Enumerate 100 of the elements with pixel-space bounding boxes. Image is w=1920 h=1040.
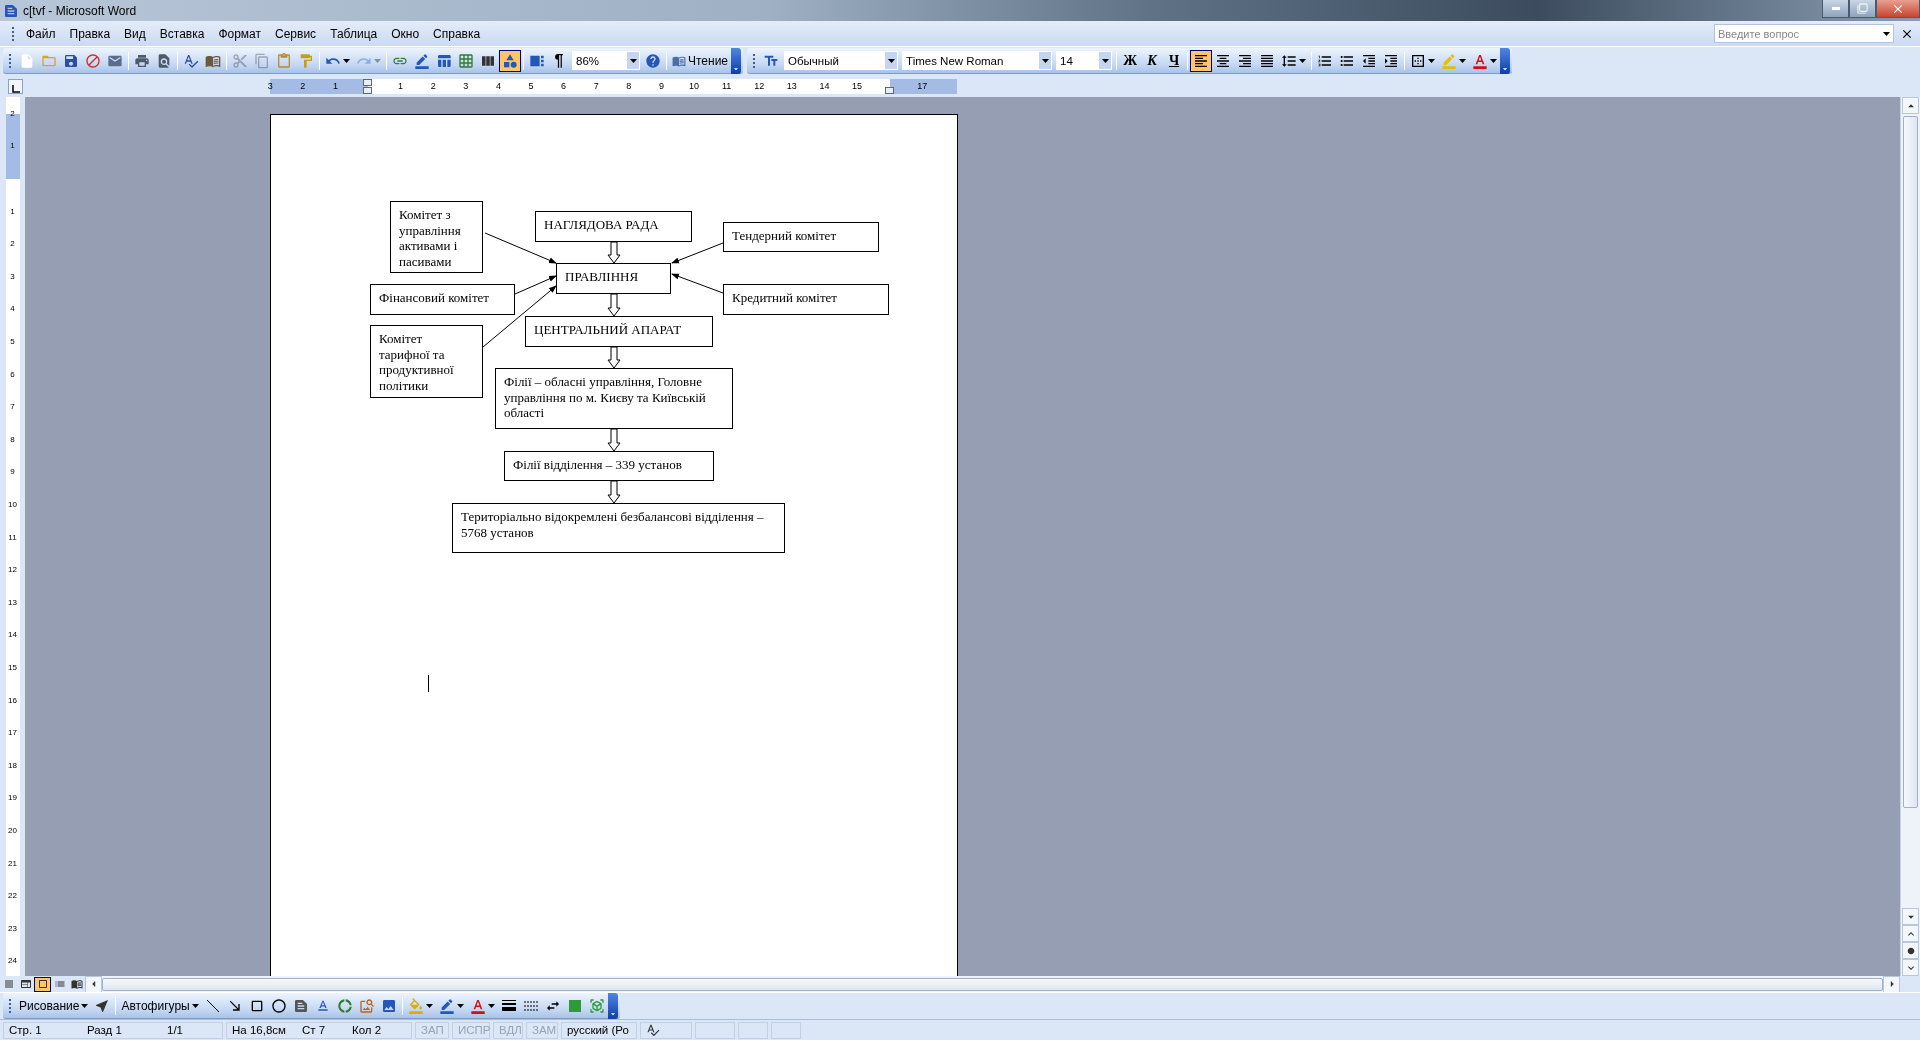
menu-item[interactable]: Справка [426,23,488,44]
zoom-dropdown[interactable]: 86% [572,51,640,70]
ruler-number: 5 [528,79,534,92]
window-title: c[tvf - Microsoft Word [23,3,137,18]
ruler-number: 9 [658,79,664,92]
cut-icon [232,52,248,69]
word-app-icon [3,2,19,19]
ruler-number: 16 [7,695,18,706]
3d-style-icon [588,997,605,1014]
bold-button[interactable]: Ж [1119,49,1142,72]
minimize-icon [1831,7,1840,10]
menu-item[interactable]: Формат [211,23,269,44]
underline-button[interactable]: Ч [1163,49,1186,72]
ruler-number: 8 [9,434,16,445]
paste-icon [276,52,292,69]
align-left-icon [1193,52,1210,69]
ruler-number: 3 [9,271,16,282]
caret-icon [191,1003,199,1008]
align-left-button[interactable] [1190,49,1213,72]
ruler-number: 19 [7,793,18,804]
dash-style-icon [523,1000,538,1011]
reading-mode-button[interactable]: Чтение [669,49,732,72]
status-text: Кол 2 [352,1024,383,1036]
ruler-number: 14 [819,79,830,92]
caret-icon [1459,58,1467,63]
status-text: Стр. 1 [9,1024,43,1036]
insert-table-icon [436,52,452,69]
ruler-number: 23 [7,923,18,934]
status-text: Ст 7 [302,1024,327,1036]
show-marks-button[interactable]: ¶ [548,49,570,72]
caret-icon [425,1003,433,1008]
spelling-status-icon [646,1023,660,1037]
ruler-number: 12 [7,565,18,576]
indent-marker[interactable] [363,78,372,86]
ruler-number: 14 [7,630,18,641]
dropdown-icon [887,58,895,63]
caret-icon [456,1003,464,1008]
menu-item[interactable]: Файл [19,23,63,44]
menu-item[interactable]: Таблица [323,23,385,44]
ruler-number: 1 [332,79,338,92]
ruler-number: 4 [9,304,16,315]
ruler-number: 17 [917,79,928,92]
close-button[interactable] [1876,0,1920,18]
justify-icon [1259,52,1276,69]
font-size-dropdown[interactable]: 14 [1056,51,1113,70]
status-pane [771,1021,801,1039]
ruler-number: 3 [267,79,273,92]
decrease-indent-icon [1361,52,1378,69]
indent-marker[interactable] [885,86,894,94]
caret-icon [343,58,350,63]
increase-indent-icon [1383,52,1400,69]
drawing-button[interactable] [499,49,521,72]
clip-art-icon [358,997,375,1014]
ruler-number: 13 [786,79,797,92]
menu-item[interactable]: Вид [117,23,153,44]
tab-selector[interactable] [8,78,23,94]
web-icon [19,978,32,990]
menu-item[interactable]: Правка [62,23,118,44]
ruler-number: 10 [7,500,18,510]
line-icon [205,998,220,1013]
dropdown-icon [1101,58,1109,63]
down-arrow [607,346,621,369]
minimize-button[interactable] [1822,0,1849,18]
status-pane [738,1021,768,1039]
font-dropdown[interactable]: Times New Roman [902,51,1053,70]
browse-object-button[interactable] [1902,942,1919,959]
ruler-number: 11 [721,79,732,92]
diagram-node: ПРАВЛІННЯ [556,263,671,294]
dropdown-icon [1883,31,1890,36]
drawing-menu[interactable]: Рисование [16,994,92,1017]
line-style-icon [501,1000,516,1011]
ruler-number: 11 [7,532,18,543]
status-text: 1/1 [167,1024,184,1036]
restore-icon [1857,3,1868,14]
ruler-number: 6 [561,79,567,92]
italic-button[interactable]: К [1141,49,1164,72]
maximize-button[interactable] [1849,0,1876,18]
indent-marker[interactable] [363,86,372,94]
fill-color-icon [407,997,424,1014]
print-layout-button[interactable] [34,976,51,992]
ruler-number: 1 [9,206,16,217]
diagram-node: Філії – обласні управління, Головне управління по м. Києву та Київській області [495,368,733,429]
menu-item[interactable]: Окно [384,23,427,44]
ruler-number: 13 [7,597,18,608]
menu-item[interactable]: Вставка [152,23,212,44]
diagram-node: ЦЕНТРАЛЬНИЙ АПАРАТ [525,316,713,347]
diagram-node: Тендерний комітет [723,222,879,252]
menu-item[interactable]: Сервис [268,23,324,44]
scrollbar-thumb[interactable] [102,977,1883,991]
autoshapes-menu[interactable]: Автофигуры [118,994,202,1017]
style-dropdown[interactable]: Обычный [784,51,899,70]
print-preview-icon [156,52,172,69]
connector-arrow [671,242,724,264]
status-text: На 16,8см [232,1024,287,1036]
spelling-status-button[interactable] [640,1021,692,1039]
ruler-number: 22 [7,891,18,902]
ruler-number: 21 [7,858,18,869]
scrollbar-thumb[interactable] [1903,116,1918,808]
diagram-node: Кредитний комітет [723,284,889,315]
help-search-box[interactable]: Введите вопрос [1714,24,1894,43]
